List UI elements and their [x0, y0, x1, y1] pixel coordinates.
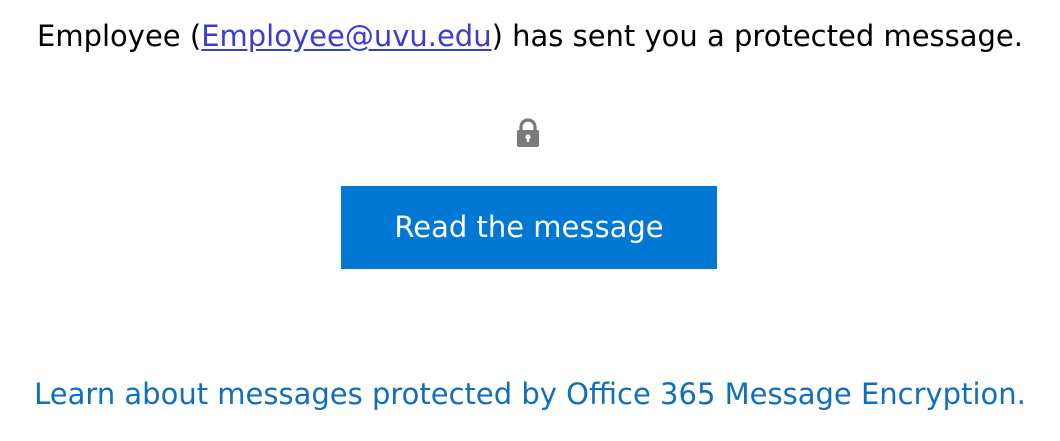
open-paren: ( [180, 19, 202, 53]
headline-suffix: ) has sent you a protected message. [491, 19, 1023, 53]
learn-about-encryption-link[interactable]: Learn about messages protected by Office… [0, 372, 1060, 416]
message-headline: Employee (Employee@uvu.edu) has sent you… [0, 14, 1060, 58]
lock-icon [517, 118, 539, 147]
read-message-button[interactable]: Read the message [341, 186, 717, 269]
sender-name: Employee [37, 19, 181, 53]
sender-email-link[interactable]: Employee@uvu.edu [201, 19, 491, 53]
